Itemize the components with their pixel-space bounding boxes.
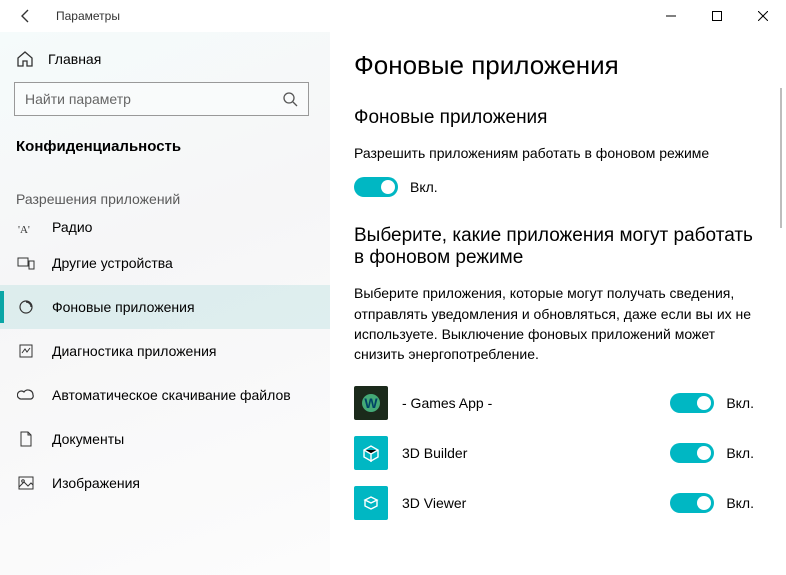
app-toggle[interactable] bbox=[670, 493, 714, 513]
sidebar-subhead: Разрешения приложений bbox=[0, 173, 330, 211]
sidebar-item-label: Фоновые приложения bbox=[52, 299, 195, 315]
app-name: - Games App - bbox=[402, 395, 670, 411]
close-button[interactable] bbox=[740, 0, 786, 32]
cloud-icon bbox=[16, 388, 36, 402]
home-nav[interactable]: Главная bbox=[0, 42, 330, 82]
svg-text:'A': 'A' bbox=[18, 224, 30, 235]
sidebar-item-app-diagnostics[interactable]: Диагностика приложения bbox=[0, 329, 330, 373]
window-title: Параметры bbox=[56, 9, 120, 23]
devices-icon bbox=[16, 255, 36, 271]
app-toggle-state: Вкл. bbox=[726, 395, 754, 411]
sidebar-item-other-devices[interactable]: Другие устройства bbox=[0, 241, 330, 285]
app-toggle-state: Вкл. bbox=[726, 445, 754, 461]
master-toggle[interactable] bbox=[354, 177, 398, 197]
search-box[interactable] bbox=[14, 82, 309, 116]
sidebar-item-auto-downloads[interactable]: Автоматическое скачивание файлов bbox=[0, 373, 330, 417]
window-controls bbox=[648, 0, 786, 32]
app-icon-3dviewer bbox=[354, 486, 388, 520]
back-button[interactable] bbox=[14, 9, 38, 23]
background-apps-icon bbox=[16, 299, 36, 315]
app-row: W - Games App - Вкл. bbox=[354, 386, 754, 420]
app-row: 3D Builder Вкл. bbox=[354, 436, 754, 470]
minimize-button[interactable] bbox=[648, 0, 694, 32]
sidebar: Главная Конфиденциальность Разрешения пр… bbox=[0, 32, 330, 575]
sidebar-item-label: Документы bbox=[52, 431, 124, 447]
sidebar-item-label: Диагностика приложения bbox=[52, 343, 216, 359]
svg-text:W: W bbox=[364, 395, 378, 411]
titlebar: Параметры bbox=[0, 0, 786, 32]
section1-title: Фоновые приложения bbox=[354, 107, 754, 129]
pictures-icon bbox=[16, 476, 36, 490]
app-name: 3D Builder bbox=[402, 445, 670, 461]
content-pane: Фоновые приложения Фоновые приложения Ра… bbox=[330, 32, 786, 575]
sidebar-item-label: Изображения bbox=[52, 475, 140, 491]
sidebar-item-label: Автоматическое скачивание файлов bbox=[52, 387, 291, 403]
page-heading: Фоновые приложения bbox=[354, 50, 754, 81]
app-name: 3D Viewer bbox=[402, 495, 670, 511]
app-toggle[interactable] bbox=[670, 393, 714, 413]
home-icon bbox=[16, 50, 34, 68]
section1-desc: Разрешить приложениям работать в фоновом… bbox=[354, 143, 754, 163]
search-icon bbox=[282, 91, 298, 107]
sidebar-item-background-apps[interactable]: Фоновые приложения bbox=[0, 285, 330, 329]
home-label: Главная bbox=[48, 51, 101, 67]
sidebar-item-radio[interactable]: 'A' Радио bbox=[0, 211, 330, 241]
radio-icon: 'A' bbox=[16, 223, 36, 235]
app-toggle[interactable] bbox=[670, 443, 714, 463]
section2-desc: Выберите приложения, которые могут получ… bbox=[354, 283, 754, 364]
category-title: Конфиденциальность bbox=[0, 130, 330, 173]
scrollbar[interactable] bbox=[780, 88, 782, 228]
sidebar-item-label: Другие устройства bbox=[52, 255, 173, 271]
sidebar-item-label: Радио bbox=[52, 219, 92, 235]
master-toggle-state: Вкл. bbox=[410, 179, 438, 195]
sidebar-item-pictures[interactable]: Изображения bbox=[0, 461, 330, 505]
search-input[interactable] bbox=[25, 91, 265, 107]
app-icon-games: W bbox=[354, 386, 388, 420]
section2-title: Выберите, какие приложения могут работат… bbox=[354, 225, 754, 269]
maximize-button[interactable] bbox=[694, 0, 740, 32]
diagnostics-icon bbox=[16, 343, 36, 359]
app-icon-3dbuilder bbox=[354, 436, 388, 470]
app-toggle-state: Вкл. bbox=[726, 495, 754, 511]
app-row: 3D Viewer Вкл. bbox=[354, 486, 754, 520]
sidebar-item-documents[interactable]: Документы bbox=[0, 417, 330, 461]
documents-icon bbox=[16, 431, 36, 447]
